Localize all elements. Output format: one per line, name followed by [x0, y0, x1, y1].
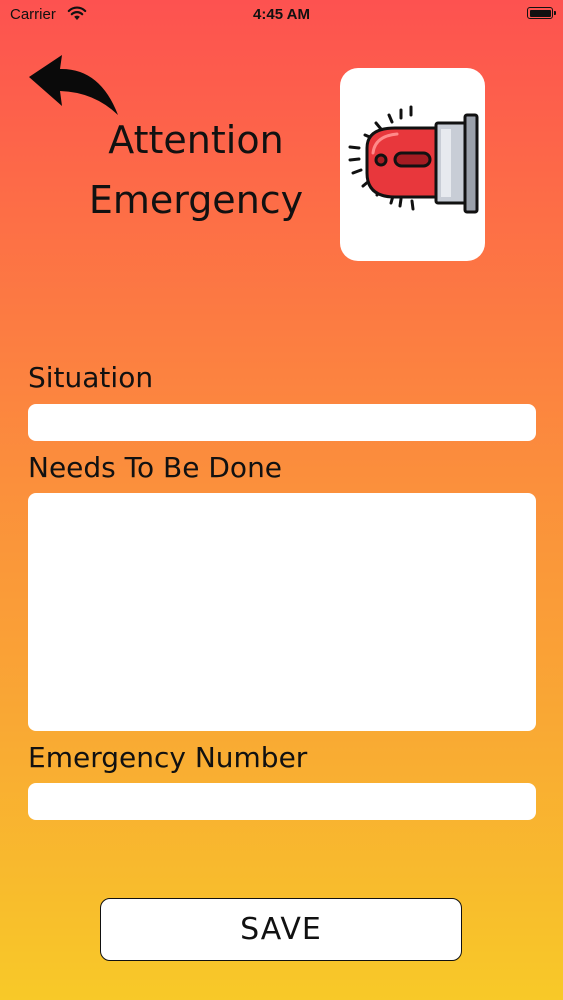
- needs-to-be-done-textarea[interactable]: [28, 493, 536, 731]
- siren-icon: [348, 105, 479, 214]
- situation-input[interactable]: [28, 404, 536, 441]
- siren-card: [340, 68, 485, 261]
- title-line-attention: Attention: [108, 118, 284, 162]
- status-bar: Carrier 4:45 AM: [0, 0, 563, 30]
- battery-fill: [529, 9, 551, 17]
- emergency-number-input[interactable]: [28, 783, 536, 820]
- status-time: 4:45 AM: [253, 6, 310, 23]
- emergency-number-label: Emergency Number: [28, 741, 308, 774]
- title-line-emergency: Emergency: [88, 178, 304, 222]
- battery-icon: [527, 7, 556, 19]
- save-button[interactable]: SAVE: [100, 898, 462, 961]
- needs-to-be-done-label: Needs To Be Done: [28, 451, 283, 484]
- page-title: Attention Emergency: [80, 110, 312, 230]
- situation-label: Situation: [28, 361, 154, 394]
